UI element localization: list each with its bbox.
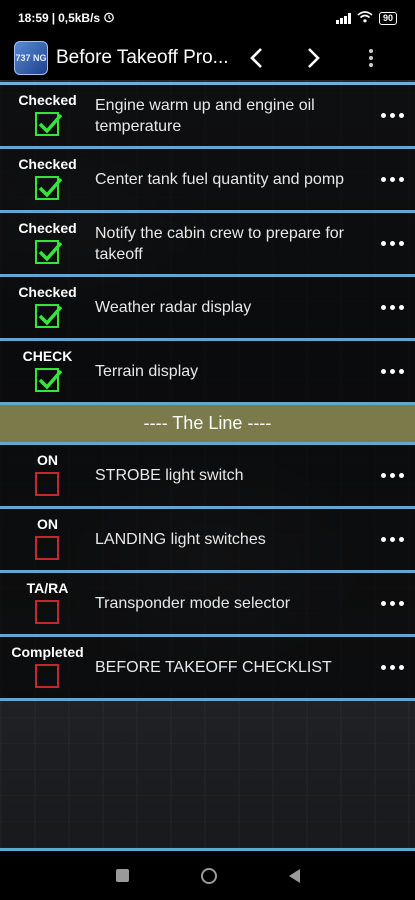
checkbox-unchecked[interactable]: [35, 536, 59, 560]
checkmark-icon: [38, 369, 63, 390]
checkbox-unchecked[interactable]: [35, 600, 59, 624]
item-status: TA/RA: [0, 573, 95, 634]
item-text: Weather radar display: [95, 299, 252, 316]
checkbox-checked[interactable]: [35, 368, 63, 392]
checkbox-checked[interactable]: [35, 304, 63, 328]
item-status: Checked: [0, 277, 95, 338]
wifi-icon: [357, 10, 373, 26]
item-text: Transponder mode selector: [95, 595, 291, 612]
page-title: Before Takeoff Pro...: [56, 47, 229, 68]
item-more-button[interactable]: [369, 85, 415, 146]
status-label: TA/RA: [26, 580, 69, 596]
network-speed: 0,5kB/s: [58, 11, 101, 25]
checkmark-icon: [38, 177, 63, 198]
more-horizontal-icon: [380, 665, 404, 670]
checklist-item[interactable]: ON STROBE light switch: [0, 445, 415, 509]
chevron-left-icon: [250, 48, 262, 68]
system-navigation-bar: [0, 848, 415, 900]
item-text: Notify the cabin crew to prepare for tak…: [95, 224, 345, 263]
checkbox-checked[interactable]: [35, 112, 63, 136]
checkbox-checked[interactable]: [35, 240, 63, 264]
alarm-icon: [103, 11, 115, 26]
item-text: STROBE light switch: [95, 467, 244, 484]
more-horizontal-icon: [380, 601, 404, 606]
item-more-button[interactable]: [369, 149, 415, 210]
item-more-button[interactable]: [369, 445, 415, 506]
more-horizontal-icon: [380, 537, 404, 542]
item-status: Checked: [0, 149, 95, 210]
more-horizontal-icon: [380, 177, 404, 182]
checkmark-icon: [38, 241, 63, 262]
status-bar: 18:59 | 0,5kB/s 90: [0, 0, 415, 36]
more-horizontal-icon: [380, 369, 404, 374]
item-text: BEFORE TAKEOFF CHECKLIST: [95, 659, 332, 676]
item-text: Terrain display: [95, 363, 199, 380]
item-status: ON: [0, 445, 95, 506]
checkmark-icon: [38, 113, 63, 134]
more-horizontal-icon: [380, 305, 404, 310]
more-horizontal-icon: [380, 473, 404, 478]
checklist-item[interactable]: ON LANDING light switches: [0, 509, 415, 573]
item-status: Checked: [0, 85, 95, 146]
battery-icon: 90: [378, 11, 397, 25]
checklist-item[interactable]: Completed BEFORE TAKEOFF CHECKLIST: [0, 637, 415, 701]
item-more-button[interactable]: [369, 213, 415, 274]
item-text: Engine warm up and engine oil temperatur…: [95, 96, 315, 135]
the-line-divider: ---- The Line ----: [0, 405, 415, 445]
checkbox-unchecked[interactable]: [35, 472, 59, 496]
item-status: Checked: [0, 213, 95, 274]
back-button[interactable]: [288, 868, 300, 883]
overflow-menu-button[interactable]: [356, 36, 386, 80]
home-button[interactable]: [200, 867, 217, 884]
checklist-item[interactable]: Checked Notify the cabin crew to prepare…: [0, 213, 415, 277]
recents-button[interactable]: [115, 869, 129, 882]
item-more-button[interactable]: [369, 509, 415, 570]
status-label: Completed: [11, 644, 84, 660]
item-text: LANDING light switches: [95, 531, 266, 548]
more-horizontal-icon: [380, 113, 404, 118]
next-button[interactable]: [294, 36, 334, 80]
item-status: Completed: [0, 637, 95, 698]
previous-button[interactable]: [236, 36, 276, 80]
item-more-button[interactable]: [369, 573, 415, 634]
more-vertical-icon: [369, 49, 373, 67]
checkbox-unchecked[interactable]: [35, 664, 59, 688]
checklist-item[interactable]: Checked Weather radar display: [0, 277, 415, 341]
status-label: Checked: [18, 92, 77, 108]
item-status: CHECK: [0, 341, 95, 402]
chevron-right-icon: [308, 48, 320, 68]
status-label: Checked: [18, 284, 77, 300]
item-text: Center tank fuel quantity and pomp: [95, 171, 345, 188]
status-label: Checked: [18, 156, 77, 172]
checklist-item[interactable]: TA/RA Transponder mode selector: [0, 573, 415, 637]
checklist-item[interactable]: Checked Center tank fuel quantity and po…: [0, 149, 415, 213]
item-more-button[interactable]: [369, 277, 415, 338]
item-more-button[interactable]: [369, 637, 415, 698]
status-time: 18:59: [18, 11, 49, 25]
more-horizontal-icon: [380, 241, 404, 246]
checklist-item[interactable]: CHECK Terrain display: [0, 341, 415, 405]
status-label: ON: [37, 516, 58, 532]
app-logo: 737 NG: [14, 41, 48, 75]
app-bar: 737 NG Before Takeoff Pro...: [0, 36, 415, 80]
checklist: Checked Engine warm up and engine oil te…: [0, 85, 415, 701]
status-separator: |: [51, 11, 56, 25]
checkbox-checked[interactable]: [35, 176, 63, 200]
checklist-item[interactable]: Checked Engine warm up and engine oil te…: [0, 85, 415, 149]
checkmark-icon: [38, 305, 63, 326]
item-more-button[interactable]: [369, 341, 415, 402]
status-label: Checked: [18, 220, 77, 236]
status-label: ON: [37, 452, 58, 468]
status-label: CHECK: [22, 348, 73, 364]
item-status: ON: [0, 509, 95, 570]
signal-icon: [335, 12, 351, 24]
